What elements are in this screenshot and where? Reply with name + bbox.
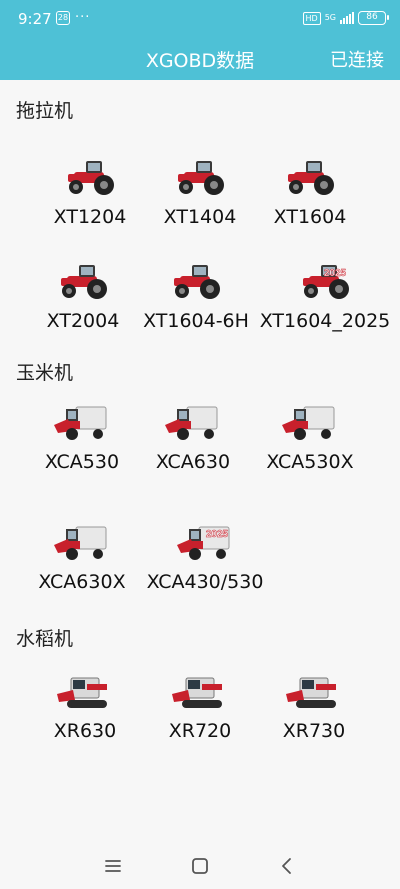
signal-strength-icon (340, 12, 354, 24)
home-icon[interactable] (188, 854, 212, 878)
machine-label: XT2004 (46, 310, 120, 332)
machine-item-xt1604-6h[interactable]: XT1604-6H (131, 262, 261, 332)
machine-item-xt2004[interactable]: XT2004 (18, 262, 148, 332)
machine-item-xca530x[interactable]: XCA530X (245, 403, 375, 473)
machine-item-xca430-530[interactable]: 2025 XCA430/530 (140, 523, 270, 593)
machine-label: XCA430/530 (146, 571, 264, 593)
tractor-2025-icon: 2025 (303, 265, 349, 299)
svg-text:2025: 2025 (206, 529, 229, 540)
machine-item-xt1604[interactable]: XT1604 (245, 158, 375, 228)
menu-icon[interactable] (101, 854, 125, 878)
machine-label: XCA530X (266, 451, 354, 473)
back-icon[interactable] (275, 854, 299, 878)
battery-icon: 86 (358, 11, 389, 25)
system-navigation-bar (0, 842, 400, 889)
machine-label: XR720 (168, 720, 232, 742)
network-type: 5G (324, 13, 336, 22)
notification-app-icon: 28 (56, 11, 70, 25)
machine-label: XCA630 (155, 451, 231, 473)
hd-icon: HD (302, 11, 321, 25)
corn-harvester-2025-icon: 2025 (177, 526, 230, 560)
section-title-rice: 水稻机 (16, 628, 74, 650)
connection-status-button[interactable]: 已连接 (330, 46, 384, 72)
rice-harvester-icon (286, 677, 336, 708)
machine-label: XT1604 (273, 206, 347, 228)
machine-item-xt1604-2025[interactable]: 2025 XT1604_2025 (250, 262, 400, 332)
corn-harvester-icon (165, 406, 218, 440)
machine-item-xr730[interactable]: XR730 (249, 670, 379, 742)
status-indicators: HD 5G 86 (302, 11, 389, 25)
app-bar: XGOBD数据 已连接 (0, 38, 400, 80)
status-time: 9:27 (18, 10, 52, 28)
tractor-icon (174, 265, 220, 299)
machine-item-xr630[interactable]: XR630 (20, 670, 150, 742)
tractor-icon (61, 265, 107, 299)
tractor-icon (288, 161, 334, 195)
rice-harvester-icon (57, 677, 107, 708)
machine-item-xr720[interactable]: XR720 (135, 670, 265, 742)
rice-harvester-icon (172, 677, 222, 708)
section-title-corn: 玉米机 (16, 362, 74, 384)
machine-label: XT1604_2025 (259, 310, 391, 332)
machine-label: XT1604-6H (143, 310, 249, 332)
tractor-icon (178, 161, 224, 195)
status-notifications: 28 ··· (56, 11, 90, 25)
machine-item-xca630[interactable]: XCA630 (128, 403, 258, 473)
tractor-icon (68, 161, 114, 195)
status-bar: 9:27 28 ··· HD 5G 86 (0, 0, 400, 38)
more-notifications-icon: ··· (75, 10, 91, 25)
corn-harvester-icon (54, 526, 107, 560)
machine-label: XR730 (282, 720, 346, 742)
section-title-tractor: 拖拉机 (16, 100, 74, 122)
machine-label: XCA630X (38, 571, 126, 593)
corn-harvester-icon (54, 406, 107, 440)
machine-item-xca630x[interactable]: XCA630X (17, 523, 147, 593)
corn-harvester-icon (282, 406, 335, 440)
machine-label: XR630 (53, 720, 117, 742)
svg-text:2025: 2025 (324, 268, 347, 279)
